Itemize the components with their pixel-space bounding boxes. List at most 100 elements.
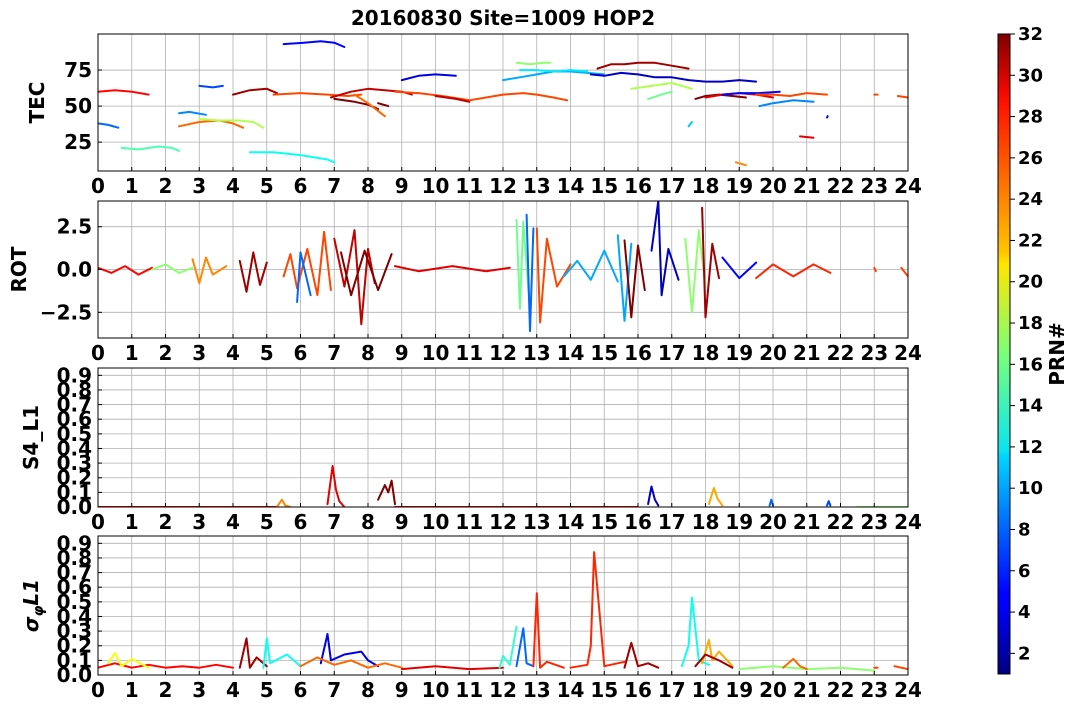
series-line-prn-32: [333, 97, 380, 110]
x-tick-label: 12: [489, 510, 517, 534]
x-tick-label: 20: [759, 341, 787, 365]
x-tick-label: 3: [192, 174, 206, 198]
x-tick-label: 16: [624, 341, 652, 365]
x-tick-label: 4: [226, 510, 240, 534]
x-tick-label: 15: [590, 174, 618, 198]
figure-title: 20160830 Site=1009 HOP2: [351, 6, 655, 30]
x-tick-label: 23: [860, 510, 888, 534]
grid: [97, 34, 909, 171]
panel-rot: 0 1 2 3 4 5 6 7 8 9 10 11 12 13 14 15 16 17 18 19 20 21 22 23 24…: [7, 200, 922, 365]
x-tick-label: 19: [725, 341, 753, 365]
y-tick-label: 50: [64, 94, 92, 118]
x-tick-label: 24: [894, 341, 922, 365]
x-tick-label: 8: [361, 678, 375, 702]
x-tick-label: 3: [192, 678, 206, 702]
x-tick-label: 14: [557, 174, 585, 198]
x-tick-label: 19: [725, 678, 753, 702]
series-line-prn-31: [701, 206, 720, 319]
series-line-prn-23: [707, 487, 724, 507]
y-tick-label: 75: [64, 58, 92, 82]
x-tick-label: 3: [192, 510, 206, 534]
series-line-prn-9: [178, 110, 207, 116]
x-tick-label: 18: [692, 678, 720, 702]
x-tick-label: 10: [422, 174, 450, 198]
colorbar-tick-label: 18: [1018, 313, 1043, 334]
series-line-prn-32: [377, 102, 390, 108]
x-tick-label: 4: [226, 174, 240, 198]
x-tick-label: 16: [624, 678, 652, 702]
colorbar-tick-label: 16: [1018, 354, 1043, 375]
grid: [97, 536, 909, 676]
x-tick-label: 11: [455, 174, 483, 198]
colorbar-ticks: 2468101214161820222426283032: [1010, 24, 1043, 664]
x-tick-label: 15: [590, 341, 618, 365]
x-tick-label: 18: [692, 510, 720, 534]
x-tick-label: 22: [827, 510, 855, 534]
series-line-prn-26: [893, 665, 908, 671]
figure-canvas: 20160830 Site=1009 HOP2 0 1 2 3 4 5 6 7 8 9 10 11 12…: [7, 6, 1069, 702]
x-tick-label: 19: [725, 174, 753, 198]
colorbar-tick-label: 24: [1018, 189, 1043, 210]
series-line-prn-31: [238, 251, 268, 293]
x-tick-label: 7: [327, 510, 341, 534]
colorbar-tick-label: 32: [1018, 24, 1043, 45]
series-line-prn-17: [151, 263, 194, 274]
x-tick-label: 9: [395, 174, 409, 198]
y-axis-label: ROT: [7, 246, 31, 292]
colorbar: 2468101214161820222426283032 PRN#: [997, 24, 1069, 675]
x-tick-label: 7: [327, 678, 341, 702]
y-tick-label: 0.0: [57, 258, 92, 282]
colorbar-tick-label: 6: [1018, 561, 1031, 582]
x-tick-label: 9: [395, 510, 409, 534]
y-tick-label: 0.9: [57, 531, 92, 555]
x-tick-label: 22: [827, 174, 855, 198]
x-tick-label: 8: [361, 510, 375, 534]
series-line-prn-18: [630, 82, 693, 90]
x-tick-label: 11: [455, 510, 483, 534]
x-tick-label: 0: [91, 678, 105, 702]
x-tick-label: 6: [294, 341, 308, 365]
panel-s4: 0 1 2 3 4 5 6 7 8 9 10 11 12 13 14 15 16 17 18 19 20 21 22 23 24…: [19, 363, 922, 534]
x-tick-label: 18: [692, 174, 720, 198]
colorbar-tick-label: 28: [1018, 107, 1043, 128]
series-line-prn-30: [333, 229, 376, 326]
x-tick-label: 15: [590, 510, 618, 534]
x-tick-label: 5: [260, 678, 274, 702]
series-line-prn-31: [238, 637, 268, 669]
y-axis-label: S4_L1: [19, 405, 43, 470]
series-line-prn-10: [562, 249, 619, 283]
series-line-prn-26: [896, 95, 908, 99]
x-tick-label: 22: [827, 678, 855, 702]
x-tick-label: 22: [827, 341, 855, 365]
x-tick-label: 20: [759, 174, 787, 198]
series-line-prn-28: [98, 265, 153, 276]
panel-tec: 0 1 2 3 4 5 6 7 8 9 10 11 12 13 14 15 16 17 18 19 20 21 22 23 24…: [25, 33, 922, 198]
series-line-prn-31: [232, 87, 278, 96]
x-tick-label: 24: [894, 678, 922, 702]
x-tick-label: 13: [523, 678, 551, 702]
series-line-prn-5: [826, 115, 829, 119]
x-tick-label: 2: [159, 174, 173, 198]
panel-sigma-phi: 0 1 2 3 4 5 6 7 8 9 10 11 12 13 14 15 16 17 18 19 20 21 22 23 24…: [19, 531, 922, 702]
series-line-prn-26: [394, 90, 569, 102]
series-line-prn-24: [275, 498, 292, 507]
series-line-prn-24: [734, 161, 747, 167]
series-line-prn-8: [98, 122, 120, 129]
x-tick-label: 7: [327, 341, 341, 365]
x-tick-label: 16: [624, 174, 652, 198]
x-tick-label: 20: [759, 510, 787, 534]
x-tick-label: 6: [294, 174, 308, 198]
x-tick-label: 1: [125, 341, 139, 365]
x-tick-label: 21: [793, 678, 821, 702]
x-tick-label: 15: [590, 678, 618, 702]
series-line-prn-11: [687, 121, 693, 128]
y-axis-label: σφL1: [19, 579, 47, 632]
x-tick-label: 21: [793, 341, 821, 365]
x-tick-label: 17: [658, 341, 686, 365]
x-tick-label: 9: [395, 341, 409, 365]
colorbar-tick-label: 2: [1018, 643, 1031, 664]
series-line-prn-32: [623, 239, 646, 319]
x-tick-label: 24: [894, 510, 922, 534]
series-line-prn-27: [569, 551, 626, 669]
panels: 0 1 2 3 4 5 6 7 8 9 10 11 12 13 14 15 16 17 18 19 20 21 22 23 24…: [7, 33, 922, 702]
